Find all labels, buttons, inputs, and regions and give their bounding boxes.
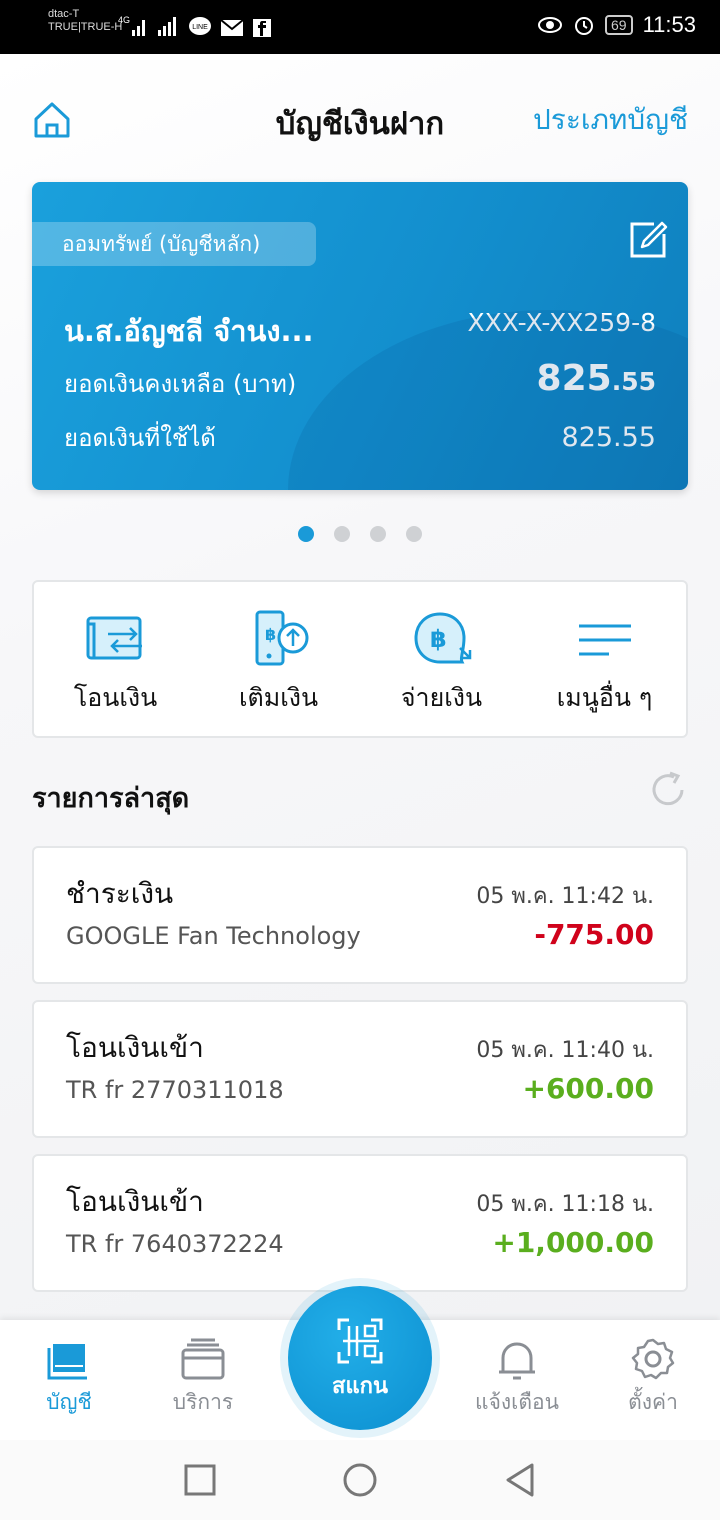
mail-icon (220, 19, 244, 36)
scan-button[interactable]: สแกน (288, 1286, 432, 1430)
accounts-icon (47, 1344, 87, 1380)
more-menu-label: เมนูอื่น ๆ (556, 683, 653, 712)
refresh-icon[interactable] (648, 770, 688, 810)
transaction-amount: -775.00 (534, 918, 654, 951)
svg-text:฿: ฿ (430, 625, 447, 653)
topup-icon: ฿ (255, 610, 308, 666)
carrier-line-2: TRUE|TRUE-H (48, 21, 123, 33)
balance-integer: 825 (536, 358, 612, 399)
balance-decimal: .55 (611, 367, 656, 396)
pay-button[interactable]: ฿ จ่ายเงิน (360, 582, 523, 736)
card-pager (0, 526, 720, 542)
transaction-description: GOOGLE Fan Technology (66, 922, 361, 950)
edit-icon[interactable] (628, 220, 668, 260)
transaction-type: โอนเงินเข้า (66, 1185, 204, 1218)
line-app-icon: LINE (189, 17, 211, 35)
header: บัญชีเงินฝาก ประเภทบัญชี (0, 54, 720, 182)
balance-value: 825.55 (537, 358, 656, 399)
available-balance-value: 825.55 (561, 422, 656, 453)
account-type-link[interactable]: ประเภทบัญชี (533, 98, 688, 142)
svg-text:LINE: LINE (192, 24, 208, 31)
services-icon (181, 1338, 225, 1380)
transfer-label: โอนเงิน (73, 683, 158, 712)
available-balance-label: ยอดเงินที่ใช้ได้ (64, 424, 216, 452)
account-number: XXX-X-XX259-8 (467, 308, 656, 337)
menu-icon (578, 624, 631, 656)
tab-accounts-label: บัญชี (46, 1390, 92, 1414)
account-type-badge: ออมทรัพย์ (บัญชีหลัก) (32, 222, 316, 266)
recent-apps-icon[interactable] (182, 1462, 218, 1498)
pager-dot-3[interactable] (370, 526, 386, 542)
transfer-button[interactable]: โอนเงิน (34, 582, 197, 736)
transfer-icon (86, 616, 142, 660)
transaction-description: TR fr 7640372224 (66, 1230, 284, 1258)
transaction-type: ชำระเงิน (66, 877, 174, 910)
tab-notifications[interactable]: แจ้งเตือน (462, 1336, 572, 1419)
quick-actions: โอนเงิน ฿ เติมเงิน ฿ จ่ายเงิน เมนูอื่น ๆ (32, 580, 688, 738)
carrier-line-1: dtac-T (48, 8, 80, 20)
topup-label: เติมเงิน (238, 683, 319, 712)
balance-label: ยอดเงินคงเหลือ (บาท) (64, 370, 297, 398)
topup-button[interactable]: ฿ เติมเงิน (197, 582, 360, 736)
transaction-date: 05 พ.ค. 11:40 น. (476, 1038, 654, 1063)
pager-dot-1[interactable] (298, 526, 314, 542)
transaction-type: โอนเงินเข้า (66, 1031, 204, 1064)
transaction-item[interactable]: ชำระเงิน 05 พ.ค. 11:42 น. GOOGLE Fan Tec… (32, 846, 688, 984)
more-menu-button[interactable]: เมนูอื่น ๆ (523, 582, 686, 736)
status-bar: dtac-T TRUE|TRUE-H 4G LINE 69 11:53 (0, 0, 720, 54)
pay-icon: ฿ (413, 612, 471, 664)
signal-2-icon (158, 17, 176, 36)
account-card[interactable]: ออมทรัพย์ (บัญชีหลัก) น.ส.อัญชลี จำนง...… (32, 182, 688, 490)
network-type: 4G (118, 15, 130, 25)
battery-indicator: 69 (605, 15, 633, 35)
android-nav-bar (0, 1440, 720, 1520)
tab-services[interactable]: บริการ (148, 1336, 258, 1419)
scan-label: สแกน (332, 1374, 388, 1399)
alarm-icon (575, 17, 593, 35)
carrier-info: dtac-T TRUE|TRUE-H (48, 8, 122, 34)
status-right: 69 11:53 (537, 12, 696, 38)
signal-icon: 4G (118, 15, 145, 36)
tab-notifications-label: แจ้งเตือน (475, 1390, 559, 1414)
transaction-description: TR fr 2770311018 (66, 1076, 284, 1104)
account-holder-name: น.ส.อัญชลี จำนง... (64, 314, 314, 348)
back-icon[interactable] (502, 1462, 538, 1498)
transaction-item[interactable]: โอนเงินเข้า 05 พ.ค. 11:18 น. TR fr 76403… (32, 1154, 688, 1292)
svg-text:฿: ฿ (265, 625, 276, 644)
bell-icon (499, 1342, 535, 1380)
tab-settings[interactable]: ตั้งค่า (598, 1336, 708, 1419)
clock: 11:53 (642, 12, 696, 37)
transaction-amount: +600.00 (522, 1072, 654, 1105)
transaction-date: 05 พ.ค. 11:18 น. (476, 1192, 654, 1217)
tab-accounts[interactable]: บัญชี (14, 1336, 124, 1419)
transaction-date: 05 พ.ค. 11:42 น. (476, 884, 654, 909)
pay-label: จ่ายเงิน (400, 683, 483, 712)
qr-scan-icon (337, 1318, 383, 1364)
gear-icon (631, 1338, 675, 1380)
tab-settings-label: ตั้งค่า (628, 1390, 678, 1414)
transaction-item[interactable]: โอนเงินเข้า 05 พ.ค. 11:40 น. TR fr 27703… (32, 1000, 688, 1138)
recent-transactions-title: รายการล่าสุด (32, 783, 190, 814)
facebook-icon (253, 19, 271, 37)
pager-dot-2[interactable] (334, 526, 350, 542)
tab-services-label: บริการ (172, 1390, 234, 1414)
transaction-amount: +1,000.00 (492, 1226, 654, 1259)
status-icons: 4G LINE (118, 14, 272, 38)
eye-comfort-icon (538, 17, 562, 33)
pager-dot-4[interactable] (406, 526, 422, 542)
home-nav-icon[interactable] (342, 1462, 378, 1498)
